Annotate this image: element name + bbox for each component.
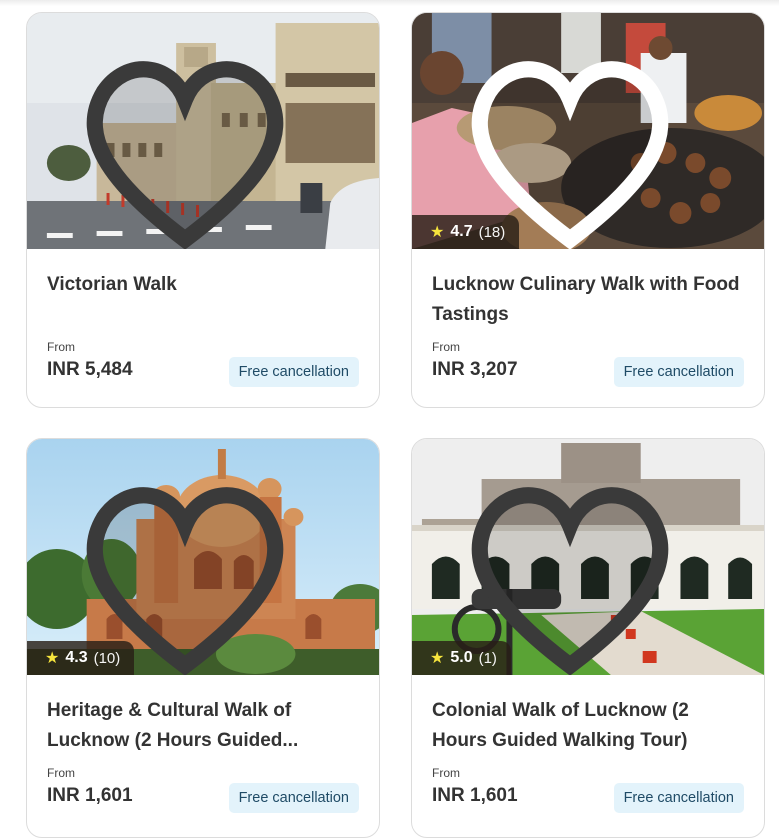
tour-image[interactable] — [27, 13, 379, 249]
tour-price: INR 3,207 — [432, 359, 518, 380]
tour-image[interactable]: ★ 5.0 (1) — [412, 439, 764, 675]
free-cancellation-badge: Free cancellation — [228, 783, 359, 813]
tour-image[interactable]: ★ 4.3 (10) — [27, 439, 379, 675]
tour-title[interactable]: Heritage & Cultural Walk of Lucknow (2 H… — [47, 696, 359, 756]
from-label: From — [47, 340, 75, 354]
rating-badge: ★ 4.7 (18) — [412, 215, 520, 249]
tour-price: INR 1,601 — [47, 785, 133, 806]
star-icon: ★ — [430, 650, 445, 667]
from-label: From — [432, 766, 460, 780]
rating-value: 5.0 — [450, 649, 473, 666]
star-icon: ★ — [430, 224, 445, 241]
free-cancellation-badge: Free cancellation — [613, 783, 744, 813]
heart-icon[interactable] — [27, 33, 361, 249]
tour-card-victorian-walk[interactable]: Victorian Walk From INR 5,484 Free cance… — [26, 12, 380, 408]
tour-price: INR 1,601 — [432, 785, 518, 806]
rating-value: 4.3 — [65, 649, 88, 666]
tour-image[interactable]: ★ 4.7 (18) — [412, 13, 764, 249]
rating-value: 4.7 — [450, 223, 473, 240]
from-label: From — [432, 340, 460, 354]
rating-badge: ★ 5.0 (1) — [412, 641, 511, 675]
review-count: (1) — [478, 649, 497, 667]
tour-title[interactable]: Colonial Walk of Lucknow (2 Hours Guided… — [432, 696, 744, 756]
rating-badge: ★ 4.3 (10) — [27, 641, 135, 675]
free-cancellation-badge: Free cancellation — [228, 357, 359, 387]
tour-title[interactable]: Lucknow Culinary Walk with Food Tastings — [432, 270, 744, 330]
tour-title[interactable]: Victorian Walk — [47, 270, 359, 300]
review-count: (10) — [93, 649, 121, 667]
tour-card-colonial-walk[interactable]: ★ 5.0 (1) Colonial Walk of Lucknow (2 Ho… — [411, 438, 765, 838]
free-cancellation-badge: Free cancellation — [613, 357, 744, 387]
tour-card-heritage-walk[interactable]: ★ 4.3 (10) Heritage & Cultural Walk of L… — [26, 438, 380, 838]
tour-card-culinary-walk[interactable]: ★ 4.7 (18) Lucknow Culinary Walk with Fo… — [411, 12, 765, 408]
top-shadow — [0, 0, 779, 6]
review-count: (18) — [478, 223, 506, 241]
star-icon: ★ — [45, 650, 60, 667]
tour-price: INR 5,484 — [47, 359, 133, 380]
from-label: From — [47, 766, 75, 780]
